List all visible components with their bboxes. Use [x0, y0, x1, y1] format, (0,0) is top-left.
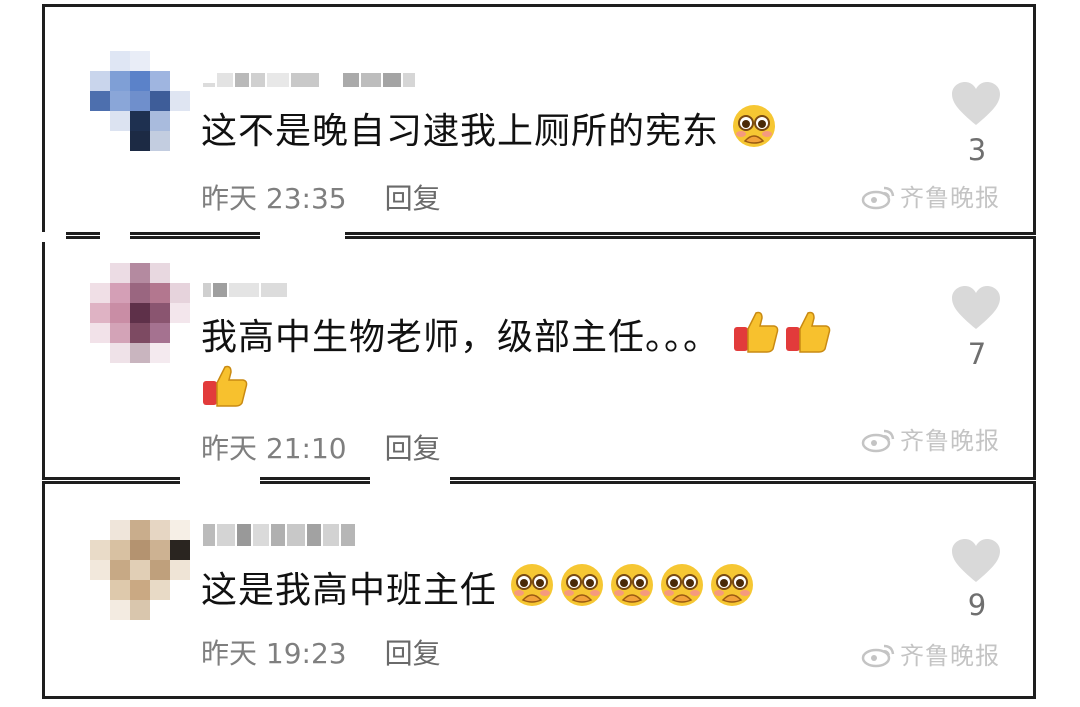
avatar[interactable] [90, 520, 190, 620]
comment-text: 这是我高中班主任 [201, 562, 759, 616]
username-redacted[interactable] [203, 283, 287, 297]
thumbs-up-emoji-icon [203, 365, 248, 407]
comment-card-3: 这是我高中班主任 昨天 19:23 回复 9 齐鲁晚报 [42, 481, 1036, 699]
heart-icon[interactable] [951, 285, 1001, 331]
like-count: 9 [967, 588, 987, 622]
border-artifact [180, 476, 260, 484]
pleading-emoji-icon [733, 105, 776, 147]
pleading-emoji-icon [661, 564, 704, 606]
reply-button[interactable]: 回复 [385, 182, 441, 215]
comment-meta: 昨天 21:10 回复 [201, 427, 441, 467]
weibo-logo-icon [861, 644, 895, 668]
timestamp: 昨天 19:23 [201, 637, 347, 670]
comment-text: 这不是晚自习逮我上厕所的宪东 [201, 103, 781, 157]
heart-icon[interactable] [951, 81, 1001, 127]
timestamp: 昨天 21:10 [201, 432, 347, 465]
like-count: 7 [967, 337, 987, 371]
weibo-logo-icon [861, 186, 895, 210]
pleading-emoji-icon [611, 564, 654, 606]
reply-button[interactable]: 回复 [385, 637, 441, 670]
comment-card-2: 我高中生物老师，级部主任。。。 昨天 21:10 回复 7 齐鲁晚报 [42, 236, 1036, 480]
border-artifact [370, 476, 450, 484]
weibo-logo-icon [861, 429, 895, 453]
comment-text-line-1: 我高中生物老师，级部主任。。。 [201, 309, 836, 363]
reply-button[interactable]: 回复 [385, 432, 441, 465]
comment-card-1: 这不是晚自习逮我上厕所的宪东 昨天 23:35 回复 3 齐鲁晚报 [42, 4, 1036, 235]
pleading-emoji-icon [711, 564, 754, 606]
comment-meta: 昨天 19:23 回复 [201, 632, 441, 672]
pleading-emoji-icon [511, 564, 554, 606]
avatar[interactable] [90, 51, 190, 151]
pleading-emoji-icon [561, 564, 604, 606]
username-redacted[interactable] [203, 524, 355, 546]
username-redacted[interactable] [203, 73, 415, 87]
comment-text-line-2 [201, 363, 253, 417]
watermark: 齐鲁晚报 [860, 421, 1000, 456]
border-artifact [36, 232, 66, 242]
border-artifact [260, 232, 345, 240]
like-count: 3 [967, 133, 987, 167]
watermark: 齐鲁晚报 [860, 178, 1000, 213]
timestamp: 昨天 23:35 [201, 182, 347, 215]
thumbs-up-emoji-icon [734, 311, 779, 353]
watermark: 齐鲁晚报 [860, 636, 1000, 671]
border-artifact [100, 232, 130, 242]
thumbs-up-emoji-icon [786, 311, 831, 353]
avatar[interactable] [90, 263, 190, 363]
heart-icon[interactable] [951, 538, 1001, 584]
comment-meta: 昨天 23:35 回复 [201, 177, 441, 217]
